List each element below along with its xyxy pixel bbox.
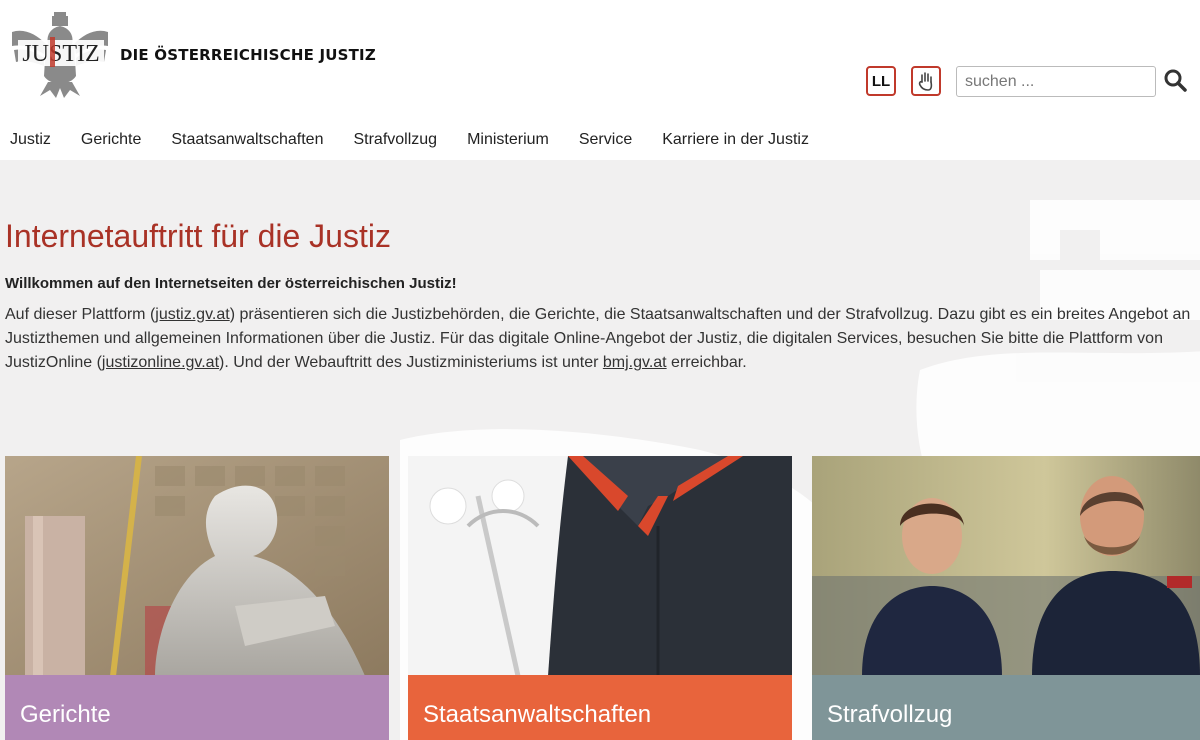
main-content: Internetauftritt für die Justiz Willkomm… [0,160,1200,740]
justizwache-officers-image [812,456,1200,676]
site-header: JUSTIZ DIE ÖSTERREICHISCHE JUSTIZ LL [0,0,1200,120]
link-justizonline-gv-at[interactable]: justizonline.gv.at [102,354,219,371]
intro-paragraph: Auf dieser Plattform (justiz.gv.at) präs… [5,303,1195,375]
nav-item-strafvollzug[interactable]: Strafvollzug [343,131,447,149]
link-bmj-gv-at[interactable]: bmj.gv.at [603,354,667,371]
page-title: Internetauftritt für die Justiz [5,218,391,254]
main-navigation: Justiz Gerichte Staatsanwaltschaften Str… [0,120,1200,160]
justiz-eagle-logo: JUSTIZ [12,12,108,98]
card-staatsanwaltschaften[interactable]: Staatsanwaltschaften [408,456,792,740]
link-justiz-gv-at[interactable]: justiz.gv.at [155,306,229,323]
search-button[interactable] [1162,68,1188,94]
nav-item-gerichte[interactable]: Gerichte [71,131,151,149]
intro-text-4: erreichbar. [666,354,747,371]
intro-text-3: ). Und der Webauftritt des Justizministe… [219,354,603,371]
card-label-staatsanwaltschaften: Staatsanwaltschaften [408,675,792,740]
easy-language-label: LL [871,72,891,90]
search-icon [1164,69,1187,92]
card-gerichte[interactable]: Gerichte [5,456,389,740]
nav-item-staatsanwaltschaften[interactable]: Staatsanwaltschaften [161,131,333,149]
easy-language-button[interactable]: LL [866,66,896,96]
card-label-gerichte: Gerichte [5,675,389,740]
judicial-robe-image [408,456,792,676]
sign-language-button[interactable] [911,66,941,96]
search-input[interactable] [956,66,1156,97]
nav-item-service[interactable]: Service [569,131,642,149]
statue-justitia-image [5,456,389,676]
nav-item-ministerium[interactable]: Ministerium [457,131,559,149]
logo-wordmark: JUSTIZ [22,41,99,67]
intro-text-1: Auf dieser Plattform ( [5,306,156,323]
site-title: DIE ÖSTERREICHISCHE JUSTIZ [120,46,376,64]
intro-heading: Willkommen auf den Internetseiten der ös… [5,275,457,292]
card-strafvollzug[interactable]: Strafvollzug [812,456,1200,740]
nav-item-justiz[interactable]: Justiz [0,131,61,149]
card-label-strafvollzug: Strafvollzug [812,675,1200,740]
sign-language-icon [918,72,933,91]
nav-item-karriere[interactable]: Karriere in der Justiz [652,131,819,149]
